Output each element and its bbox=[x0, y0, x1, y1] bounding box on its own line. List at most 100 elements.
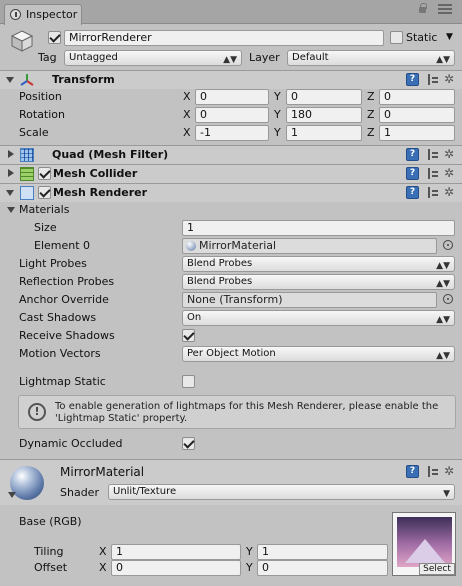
receive-shadows-checkbox[interactable] bbox=[182, 329, 195, 342]
help-icon[interactable]: ? bbox=[406, 465, 419, 478]
tiling-x-field[interactable]: 1 bbox=[111, 544, 241, 560]
shader-value: Unlit/Texture bbox=[113, 486, 177, 497]
texture-thumbnail bbox=[397, 517, 452, 567]
static-checkbox[interactable] bbox=[390, 31, 403, 44]
mesh-collider-enabled-checkbox[interactable] bbox=[38, 167, 51, 180]
foldout-closed-icon[interactable] bbox=[8, 150, 14, 158]
light-probes-label: Light Probes bbox=[19, 257, 87, 270]
help-icon[interactable]: ? bbox=[406, 73, 419, 86]
element0-field[interactable]: MirrorMaterial bbox=[182, 238, 437, 254]
materials-foldout-icon[interactable] bbox=[7, 207, 15, 213]
anchor-override-field[interactable]: None (Transform) bbox=[182, 292, 437, 308]
position-z-axis: Z bbox=[367, 90, 375, 103]
texture-select-button[interactable]: Select bbox=[419, 563, 455, 575]
gear-icon[interactable]: ✲ bbox=[444, 186, 454, 199]
offset-x-field[interactable]: 0 bbox=[111, 560, 241, 576]
object-picker-icon[interactable] bbox=[443, 294, 453, 304]
gear-icon[interactable]: ✲ bbox=[444, 148, 454, 161]
size-field[interactable]: 1 bbox=[182, 220, 455, 236]
preset-icon[interactable] bbox=[426, 148, 439, 161]
position-y-field[interactable]: 0 bbox=[286, 89, 362, 105]
tiling-label: Tiling bbox=[34, 545, 64, 558]
scale-z-axis: Z bbox=[367, 126, 375, 139]
scale-z-field[interactable]: 1 bbox=[379, 125, 455, 141]
size-label: Size bbox=[34, 221, 57, 234]
light-probes-dropdown[interactable]: Blend Probes ▲▼ bbox=[182, 256, 455, 272]
position-z-field[interactable]: 0 bbox=[379, 89, 455, 105]
mesh-renderer-enabled-checkbox[interactable] bbox=[38, 186, 51, 199]
offset-y-axis: Y bbox=[246, 561, 253, 574]
rotation-y-field[interactable]: 180 bbox=[286, 107, 362, 123]
transform-axes-icon bbox=[20, 73, 34, 90]
lightmap-info-box: ! To enable generation of lightmaps for … bbox=[18, 395, 456, 429]
layer-value: Default bbox=[292, 52, 329, 63]
help-icon[interactable]: ? bbox=[406, 167, 419, 180]
scale-x-field[interactable]: -1 bbox=[195, 125, 269, 141]
gear-icon[interactable]: ✲ bbox=[444, 465, 454, 478]
lock-icon[interactable] bbox=[419, 3, 427, 13]
shader-dropdown[interactable]: Unlit/Texture ▼ bbox=[108, 484, 455, 500]
scale-x-axis: X bbox=[183, 126, 191, 139]
reflection-probes-value: Blend Probes bbox=[187, 276, 253, 287]
offset-label: Offset bbox=[34, 561, 68, 574]
cast-shadows-dropdown[interactable]: On ▲▼ bbox=[182, 310, 455, 326]
rotation-x-field[interactable]: 0 bbox=[195, 107, 269, 123]
foldout-open-icon[interactable] bbox=[6, 190, 14, 196]
preset-icon[interactable] bbox=[426, 465, 439, 478]
receive-shadows-label: Receive Shadows bbox=[19, 329, 115, 342]
transform-header[interactable]: Transform ? ✲ bbox=[0, 70, 462, 89]
foldout-closed-icon[interactable] bbox=[8, 169, 14, 177]
gameobject-cube-icon bbox=[10, 30, 34, 52]
rotation-y-axis: Y bbox=[274, 108, 281, 121]
material-name: MirrorMaterial bbox=[60, 465, 145, 479]
menu-icon[interactable] bbox=[438, 4, 452, 16]
material-foldout-icon[interactable] bbox=[8, 492, 16, 498]
tiling-x-axis: X bbox=[99, 545, 107, 558]
preset-icon[interactable] bbox=[426, 167, 439, 180]
preset-icon[interactable] bbox=[426, 73, 439, 86]
mesh-filter-header[interactable]: Quad (Mesh Filter) ? ✲ bbox=[0, 145, 462, 164]
rotation-z-field[interactable]: 0 bbox=[379, 107, 455, 123]
help-icon[interactable]: ? bbox=[406, 148, 419, 161]
rotation-z-axis: Z bbox=[367, 108, 375, 121]
motion-vectors-dropdown[interactable]: Per Object Motion ▲▼ bbox=[182, 346, 455, 362]
position-y-axis: Y bbox=[274, 90, 281, 103]
base-rgb-label: Base (RGB) bbox=[19, 515, 82, 528]
gear-icon[interactable]: ✲ bbox=[444, 73, 454, 86]
base-texture-slot[interactable]: Select bbox=[392, 512, 456, 576]
mesh-collider-header[interactable]: Mesh Collider ? ✲ bbox=[0, 164, 462, 183]
active-checkbox[interactable] bbox=[48, 31, 61, 44]
tag-dropdown[interactable]: Untagged ▲▼ bbox=[64, 50, 242, 66]
mesh-renderer-header[interactable]: Mesh Renderer ? ✲ bbox=[0, 183, 462, 202]
element0-value: MirrorMaterial bbox=[199, 239, 277, 252]
layer-dropdown[interactable]: Default ▲▼ bbox=[287, 50, 455, 66]
position-label: Position bbox=[19, 90, 62, 103]
scale-y-field[interactable]: 1 bbox=[286, 125, 362, 141]
rotation-label: Rotation bbox=[19, 108, 66, 121]
layer-label: Layer bbox=[249, 51, 280, 64]
object-name-field[interactable]: MirrorRenderer bbox=[64, 30, 384, 46]
scale-y-axis: Y bbox=[274, 126, 281, 139]
static-dropdown-arrow[interactable]: ▼ bbox=[446, 32, 453, 42]
reflection-probes-dropdown[interactable]: Blend Probes ▲▼ bbox=[182, 274, 455, 290]
dynamic-occluded-label: Dynamic Occluded bbox=[19, 437, 123, 450]
mesh-collider-icon bbox=[20, 167, 34, 181]
info-circle-icon: ! bbox=[28, 403, 46, 421]
help-icon[interactable]: ? bbox=[406, 186, 419, 199]
preset-icon[interactable] bbox=[426, 186, 439, 199]
inspector-tab-label: Inspector bbox=[26, 8, 78, 21]
gear-icon[interactable]: ✲ bbox=[444, 167, 454, 180]
tiling-y-field[interactable]: 1 bbox=[257, 544, 388, 560]
lightmap-static-label: Lightmap Static bbox=[19, 375, 106, 388]
mesh-renderer-title: Mesh Renderer bbox=[53, 186, 148, 199]
position-x-field[interactable]: 0 bbox=[195, 89, 269, 105]
scale-label: Scale bbox=[19, 126, 49, 139]
inspector-tab[interactable]: Inspector bbox=[4, 4, 82, 25]
offset-y-field[interactable]: 0 bbox=[257, 560, 388, 576]
transform-title: Transform bbox=[52, 73, 115, 86]
inspector-tab-bar: Inspector bbox=[0, 0, 462, 25]
lightmap-static-checkbox[interactable] bbox=[182, 375, 195, 388]
foldout-open-icon[interactable] bbox=[6, 77, 14, 83]
object-picker-icon[interactable] bbox=[443, 240, 453, 250]
dynamic-occluded-checkbox[interactable] bbox=[182, 437, 195, 450]
